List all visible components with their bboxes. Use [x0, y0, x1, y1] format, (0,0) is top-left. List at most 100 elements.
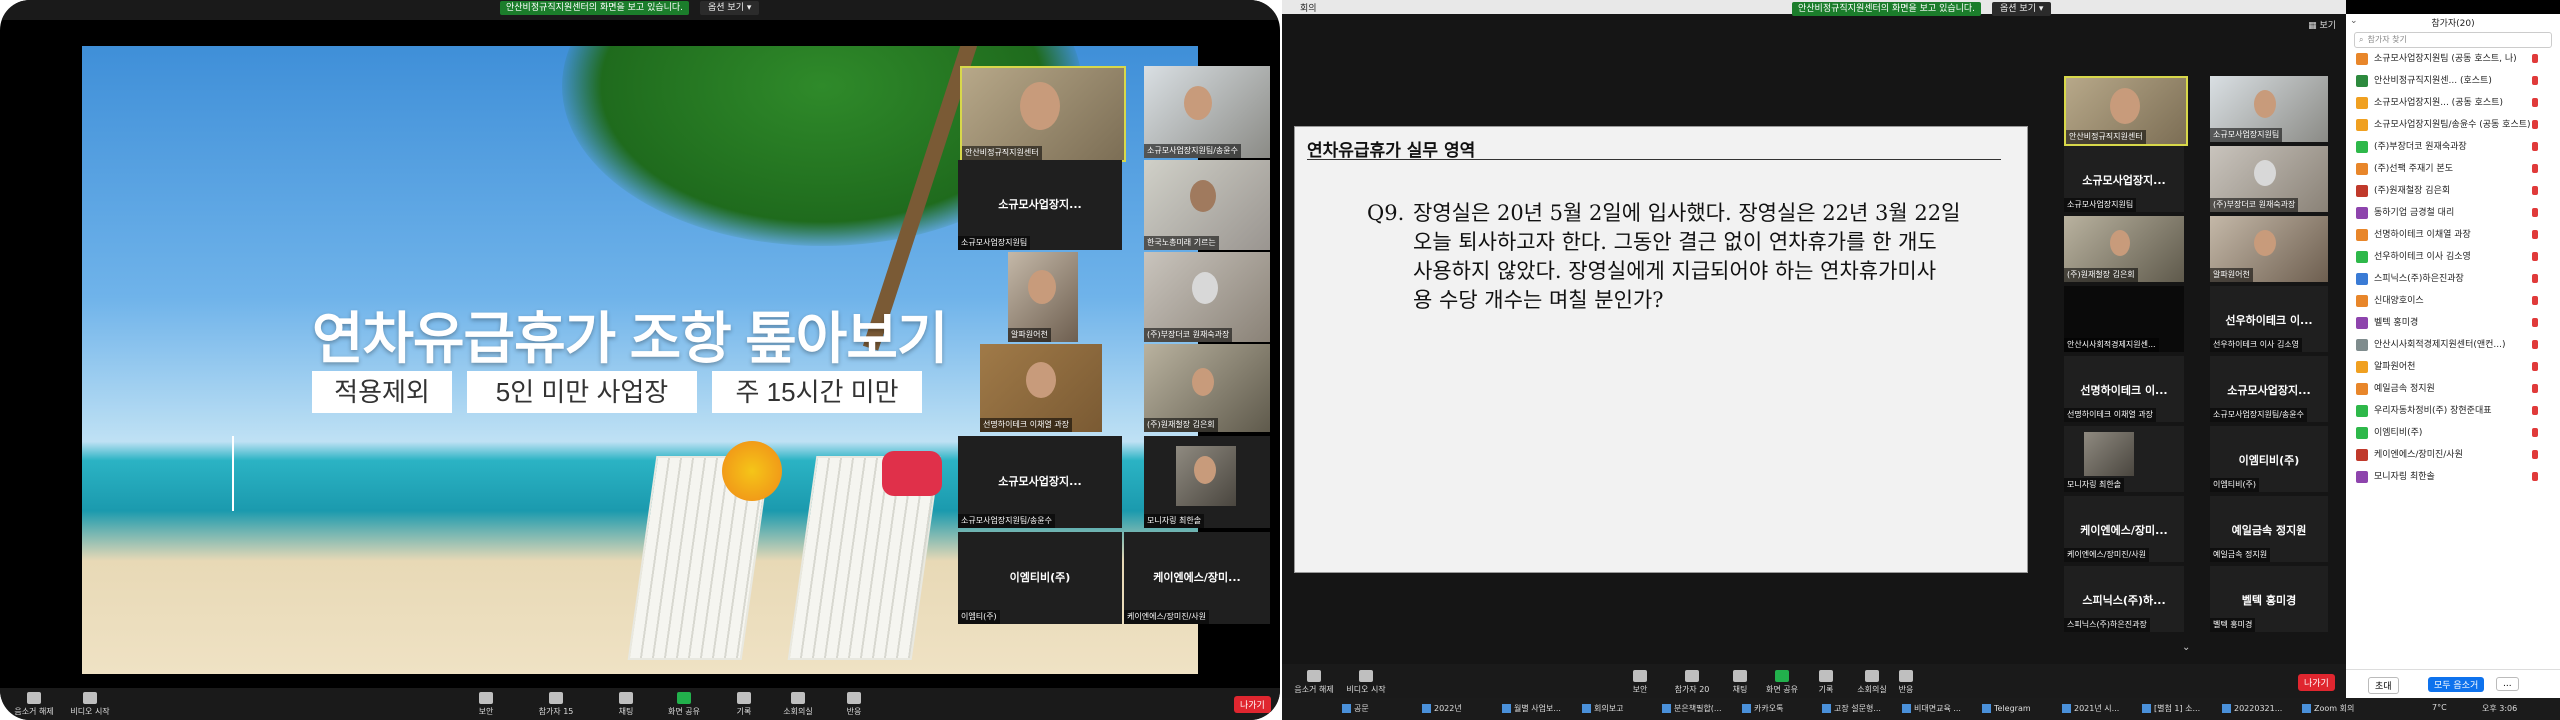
share-screen-button[interactable]: 화면 공유 [654, 692, 714, 717]
video-button[interactable]: 비디오 시작 [1336, 670, 1396, 695]
participant-row[interactable]: 선명하이테크 이채열 과장 [2356, 226, 2556, 244]
participant-row[interactable]: 알파원어천 [2356, 358, 2556, 376]
video-tile[interactable]: 벨텍 홍미경 벨텍 홍미경 [2210, 566, 2328, 632]
security-button[interactable]: 보안 [456, 692, 516, 717]
video-tile[interactable]: 이엠티비(주) 이엠티(주) [958, 532, 1122, 624]
participant-row[interactable]: (주)부장더코 원재숙과장 [2356, 138, 2556, 156]
video-button[interactable]: 비디오 시작 [60, 692, 120, 717]
video-tile[interactable]: 소규모사업장지... 소규모사업장지원팀 [958, 160, 1122, 250]
participant-row[interactable]: 예일금속 정지원 [2356, 380, 2556, 398]
view-button[interactable]: ▦ 보기 [2308, 18, 2336, 31]
participants-button[interactable]: 참가자 15 [526, 692, 586, 717]
app-icon [1822, 704, 1831, 713]
video-tile[interactable]: 케이엔에스/장미... 케이엔에스/장미진/사원 [2064, 496, 2184, 562]
muted-mic-icon [2532, 142, 2538, 151]
taskbar-item[interactable]: 월별 사업보... [1502, 702, 1561, 716]
leave-button[interactable]: 나가기 [2298, 674, 2335, 691]
mute-button[interactable]: 음소거 해제 [1284, 670, 1344, 695]
participant-row[interactable]: 소규모사업장지원팀/송윤수 (공동 호스트) [2356, 116, 2556, 134]
taskbar-item[interactable]: 분은책필합(... [1662, 702, 1722, 716]
video-tile[interactable]: 케이엔에스/장미... 케이엔에스/장미진/사원 [1124, 532, 1270, 624]
participant-row[interactable]: 우리자동차정비(주) 장현준대표 [2356, 402, 2556, 420]
video-tile[interactable]: (주)원재철장 김은회 [2064, 216, 2184, 282]
breakout-button[interactable]: 소회의실 [768, 692, 828, 717]
taskbar-item[interactable]: 2021년 시... [2062, 702, 2119, 716]
reactions-button[interactable]: 반응 [824, 692, 884, 717]
video-tile[interactable]: 스피닉스(주)하... 스피닉스(주)하은진과장 [2064, 566, 2184, 632]
video-tile[interactable]: 안산시사회적경제지원센... [2064, 286, 2184, 352]
taskbar-item[interactable]: 비대면교육 ... [1902, 702, 1961, 716]
invite-button[interactable]: 초대 [2368, 677, 2399, 694]
video-tile[interactable]: (주)부장더코 원재숙과장 [2210, 146, 2328, 212]
taskbar-item[interactable]: Zoom 회의 [2302, 702, 2354, 716]
taskbar-item[interactable]: 회의보고 [1582, 702, 1623, 716]
video-tile[interactable]: 모니자링 최한솔 [2064, 426, 2184, 492]
taskbar-item[interactable]: 20220321... [2222, 702, 2282, 716]
grid-icon [791, 692, 805, 704]
tile-name: 소규모사업장지원팀/송윤수 [1144, 144, 1242, 158]
tile-big-name: 케이엔에스/장미... [2080, 524, 2168, 538]
question-line: 사용하지 않았다. 장영실에게 지급되어야 하는 연차휴가미사 [1413, 259, 1937, 283]
participant-row[interactable]: 선우하이테크 이사 김소영 [2356, 248, 2556, 266]
leave-button[interactable]: 나가기 [1234, 696, 1271, 713]
app-icon [2222, 704, 2231, 713]
video-tile[interactable]: (주)원재철장 김은회 [1144, 344, 1270, 432]
chat-button[interactable]: 채팅 [596, 692, 656, 717]
taskbar-item[interactable]: [별첨 1] 소... [2142, 702, 2200, 716]
chevron-down-icon[interactable]: ⌄ [2182, 642, 2190, 653]
participant-row[interactable]: 모니자링 최한솔 [2356, 468, 2556, 486]
video-tile[interactable]: 선명하이테크 이... 선명하이테크 이채열 과장 [2064, 356, 2184, 422]
participant-row[interactable]: (주)원재철장 김은회 [2356, 182, 2556, 200]
mute-button[interactable]: 음소거 해제 [4, 692, 64, 717]
app-icon [1662, 704, 1671, 713]
view-label: 보기 [2319, 21, 2336, 31]
video-tile[interactable]: 선우하이테크 이... 선우하이테크 이사 김소영 [2210, 286, 2328, 352]
video-tile[interactable]: 소규모사업장지... 소규모사업장지원팀/송윤수 [958, 436, 1122, 528]
record-button[interactable]: 기록 [714, 692, 774, 717]
more-button[interactable]: ... [2496, 677, 2519, 691]
tile-name: (주)원재철장 김은회 [2064, 268, 2138, 282]
view-options-button[interactable]: 옵션 보기 ▾ [700, 1, 760, 15]
participant-row[interactable]: 안산시사회적경제지원센터(앤컨...) [2356, 336, 2556, 354]
app-icon [1342, 704, 1351, 713]
taskbar-item[interactable]: Telegram [1982, 702, 2031, 716]
video-tile[interactable]: 안산비정규직지원센터 [2064, 76, 2188, 146]
video-tile[interactable]: 소규모사업장지... 소규모사업장지원팀 [2064, 146, 2184, 212]
video-tile[interactable]: 한국노총미래 기르는 [1144, 160, 1270, 250]
participant-row[interactable]: 소규모사업장지원... (공동 호스트) [2356, 94, 2556, 112]
taskbar-label: 카카오톡 [1754, 704, 1784, 713]
video-tile[interactable]: 모니자링 최한솔 [1144, 436, 1270, 528]
participant-row[interactable]: 동하기업 금경철 대리 [2356, 204, 2556, 222]
video-tile[interactable]: 알파원어천 [2210, 216, 2328, 282]
participant-search-input[interactable]: ⌕ 참가자 찾기 [2354, 32, 2552, 48]
participant-row[interactable]: 이엠티비(주) [2356, 424, 2556, 442]
taskbar-item[interactable]: 공문 [1342, 702, 1369, 716]
mute-all-button[interactable]: 모두 음소거 [2428, 677, 2485, 692]
tile-name: (주)원재철장 김은회 [1144, 418, 1218, 432]
share-banner: 안산비정규직지원센터의 화면을 보고 있습니다. [500, 1, 690, 15]
participant-row[interactable]: 소규모사업장지원팀 (공동 호스트, 나) [2356, 50, 2556, 68]
taskbar-item[interactable]: 카카오톡 [1742, 702, 1783, 716]
video-tile[interactable]: 알파원어천 [1008, 252, 1078, 342]
participant-row[interactable]: 스피닉스(주)하은진과장 [2356, 270, 2556, 288]
video-tile[interactable]: 이엠티비(주) 이엠티비(주) [2210, 426, 2328, 492]
chip-under-5: 5인 미만 사업장 [467, 371, 697, 413]
avatar [2356, 74, 2368, 87]
view-options-button[interactable]: 옵션 보기 ▾ [1992, 2, 2052, 16]
security-button[interactable]: 보안 [1610, 670, 1670, 695]
taskbar-item[interactable]: 고장 설문형... [1822, 702, 1881, 716]
participant-row[interactable]: (주)선팩 주재기 본도 [2356, 160, 2556, 178]
video-tile[interactable]: (주)부장더코 원재숙과장 [1144, 252, 1270, 342]
video-tile[interactable]: 소규모사업장지원팀/송윤수 [1144, 66, 1270, 158]
participant-row[interactable]: 신대양호이스 [2356, 292, 2556, 310]
participant-row[interactable]: 안산비정규직지원센... (호스트) [2356, 72, 2556, 90]
video-tile[interactable]: 예일금속 정지원 예일금속 정지원 [2210, 496, 2328, 562]
participant-row[interactable]: 벨텍 홍미경 [2356, 314, 2556, 332]
video-tile[interactable]: 선명하이테크 이채열 과장 [980, 344, 1102, 432]
taskbar-item[interactable]: 2022년 [1422, 702, 1462, 716]
video-tile[interactable]: 안산비정규직지원센터 [960, 66, 1126, 162]
video-tile[interactable]: 소규모사업장지원팀 [2210, 76, 2328, 142]
participant-row[interactable]: 케이엔에스/장미진/사원 [2356, 446, 2556, 464]
video-tile[interactable]: 소규모사업장지... 소규모사업장지원팀/송윤수 [2210, 356, 2328, 422]
reactions-button[interactable]: 반응 [1876, 670, 1936, 695]
